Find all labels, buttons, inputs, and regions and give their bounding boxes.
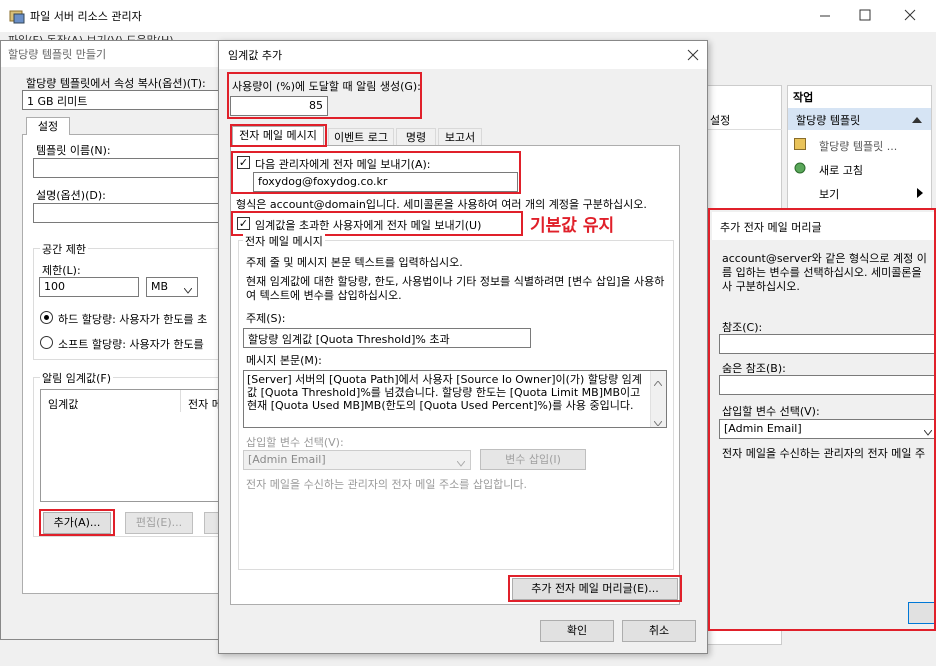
threshold-dialog-titlebar [219, 41, 707, 69]
tab-event-log[interactable]: 이벤트 로그 [328, 128, 394, 145]
col-divider [180, 390, 181, 412]
highlight-email-tab [230, 124, 327, 147]
highlight-add-button [39, 509, 115, 536]
close-icon[interactable] [903, 8, 917, 22]
action-item-view[interactable]: 보기 [819, 186, 839, 202]
template-icon [794, 138, 806, 150]
chevron-right-icon [917, 188, 923, 198]
tab-settings[interactable]: 설정 [26, 117, 70, 135]
template-name-label: 템플릿 이름(N): [36, 144, 111, 157]
soft-quota-label: 소프트 할당량: 사용자가 한도를 [58, 338, 204, 351]
subject-field[interactable]: 할당량 임계값 [Quota Threshold]% 초과 [243, 328, 531, 348]
subject-label: 주제(S): [246, 312, 286, 325]
minimize-icon[interactable] [818, 8, 832, 22]
ok-button[interactable]: 확인 [540, 620, 614, 642]
limit-value-field[interactable]: 100 [39, 277, 139, 297]
actions-header: 작업 [793, 91, 814, 104]
dialog-close-icon[interactable] [686, 48, 700, 62]
template-name-field[interactable] [33, 158, 222, 178]
body-textarea[interactable]: [Server] 서버의 [Quota Path]에서 사용자 [Source … [243, 370, 667, 428]
edit-threshold-button[interactable]: 편집(E)... [125, 512, 193, 534]
body-label: 메시지 본문(M): [246, 354, 322, 367]
format-hint: 형식은 account@domain입니다. 세미콜론을 사용하여 여러 개의 … [236, 198, 647, 211]
description-label: 설명(옵션)(D): [36, 189, 106, 202]
cancel-button[interactable]: 취소 [622, 620, 696, 642]
insert-variable-button[interactable]: 변수 삽입(I) [480, 449, 586, 470]
var-chevron-down-icon [456, 457, 466, 467]
copy-props-select[interactable]: 1 GB 리미트 [22, 90, 222, 110]
subject-hint: 주제 줄 및 메시지 본문 텍스트를 입력하십시오. [246, 256, 463, 269]
var-select[interactable]: [Admin Email] [243, 450, 471, 470]
column-settings[interactable]: 설정 [710, 112, 730, 128]
maximize-icon[interactable] [858, 8, 872, 22]
var-select-label: 삽입할 변수 선택(V): [246, 436, 344, 449]
scroll-down-icon[interactable] [653, 416, 663, 427]
tab-command[interactable]: 명령 [396, 128, 436, 145]
limit-label: 제한(L): [42, 264, 81, 277]
email-message-group-label: 전자 메일 메시지 [243, 233, 325, 249]
copy-props-label: 할당량 템플릿에서 속성 복사(옵션)(T): [26, 77, 206, 90]
insert-hint: 현재 임계값에 대한 할당량, 한도, 사용법이나 기타 정보를 식별하려면 [… [246, 275, 665, 302]
col-email[interactable]: 전자 메 [188, 396, 222, 412]
scroll-up-icon[interactable] [653, 376, 663, 387]
threshold-dialog-title: 임계값 추가 [228, 49, 283, 62]
description-field[interactable] [33, 203, 222, 223]
action-item-refresh[interactable]: 새로 고침 [819, 162, 863, 178]
annotation-keep-default: 기본값 유지 [530, 216, 615, 236]
actions-section-title: 할당량 템플릿 [796, 114, 861, 127]
hard-quota-radio[interactable] [40, 311, 53, 324]
thresholds-label: 알림 임계값(F) [40, 370, 114, 386]
chevron-down-icon [183, 284, 193, 294]
var-description: 전자 메일을 수신하는 관리자의 전자 메일 주소를 삽입합니다. [246, 478, 527, 491]
highlight-extra-headers [508, 575, 682, 602]
collapse-up-icon[interactable] [912, 114, 922, 123]
app-icon [9, 8, 25, 24]
tab-report[interactable]: 보고서 [438, 128, 482, 145]
refresh-icon [794, 162, 806, 174]
highlight-usage [227, 72, 422, 119]
space-limit-label: 공간 제한 [40, 241, 88, 257]
action-item-template[interactable]: 할당량 템플릿 ... [819, 138, 897, 154]
highlight-headers-dialog [708, 208, 936, 631]
main-window-title: 파일 서버 리소스 관리자 [30, 10, 142, 23]
highlight-admin-email [231, 151, 521, 194]
template-dialog-title: 할당량 템플릿 만들기 [8, 48, 107, 61]
col-threshold[interactable]: 임계값 [48, 396, 78, 412]
soft-quota-radio[interactable] [40, 336, 53, 349]
hard-quota-label: 하드 할당량: 사용자가 한도를 초 [58, 313, 208, 326]
